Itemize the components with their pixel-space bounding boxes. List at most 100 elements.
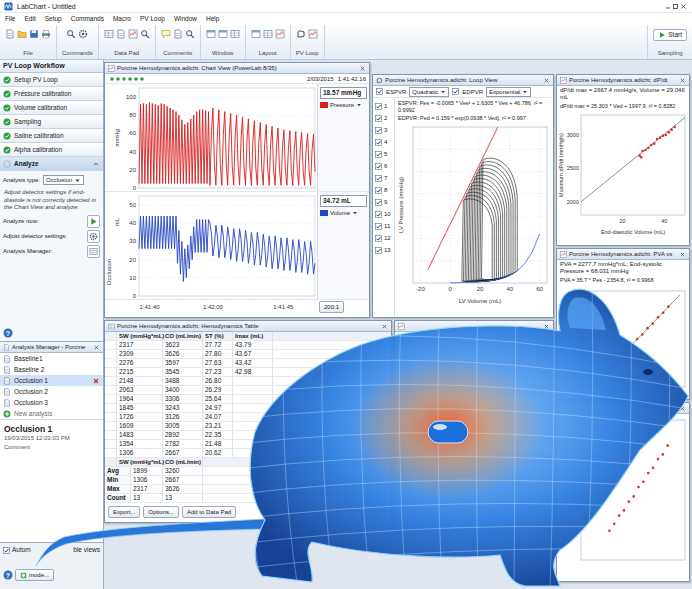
close-icon[interactable]: [543, 77, 550, 84]
loop-list-item[interactable]: 6: [373, 160, 394, 172]
loop-list-item[interactable]: 12: [373, 232, 394, 244]
chart-icon[interactable]: [128, 29, 138, 39]
espvr-fit-select[interactable]: Quadratic: [409, 87, 449, 97]
loop-list-item[interactable]: 3: [373, 124, 394, 136]
menu-item[interactable]: Setup: [45, 15, 62, 23]
loop-checkbox[interactable]: [375, 139, 382, 146]
analysis-comment[interactable]: Comment: [4, 444, 99, 452]
folder-icon[interactable]: [17, 29, 27, 39]
loop-checkbox[interactable]: [375, 247, 382, 254]
loop-icon[interactable]: [296, 29, 306, 39]
analysis-item[interactable]: Baseline 2: [0, 364, 103, 375]
channel-name-row[interactable]: Pressure: [320, 101, 367, 109]
menu-item[interactable]: Macro: [113, 15, 131, 23]
search-icon[interactable]: [66, 29, 76, 39]
loop-checkbox[interactable]: [375, 103, 382, 110]
loop-checkbox[interactable]: [375, 211, 382, 218]
menu-item[interactable]: Help: [206, 15, 219, 23]
loop-checkbox[interactable]: [375, 175, 382, 182]
workflow-step[interactable]: Saline calibration: [0, 129, 103, 143]
table-icon[interactable]: [104, 29, 114, 39]
close-icon[interactable]: [679, 77, 686, 84]
workflow-step[interactable]: Pressure calibration: [0, 87, 103, 101]
zoom-value[interactable]: 200:1: [319, 301, 344, 313]
gear-icon[interactable]: [78, 29, 88, 39]
loop-checkbox[interactable]: [375, 151, 382, 158]
loop-checkbox[interactable]: [375, 163, 382, 170]
doc-icon[interactable]: [5, 29, 15, 39]
close-icon[interactable]: [543, 323, 550, 330]
chevron-icon[interactable]: [92, 160, 100, 168]
menu-item[interactable]: PV Loop: [140, 15, 165, 23]
doc-icon[interactable]: [173, 29, 183, 39]
loop-checkbox[interactable]: [375, 223, 382, 230]
edpvr-checkbox[interactable]: [452, 88, 459, 95]
comment-icon[interactable]: [161, 29, 171, 39]
search-icon[interactable]: [185, 29, 195, 39]
close-icon[interactable]: [93, 344, 100, 351]
action-button[interactable]: [87, 230, 100, 243]
loop-checkbox[interactable]: [375, 235, 382, 242]
workflow-step[interactable]: Analyze: [0, 157, 103, 171]
window-icon[interactable]: [206, 29, 216, 39]
search-icon[interactable]: [140, 29, 150, 39]
workflow-step[interactable]: Volume calibration: [0, 101, 103, 115]
menu-item[interactable]: File: [5, 15, 15, 23]
chart-icon[interactable]: [275, 29, 285, 39]
print-icon[interactable]: [41, 29, 51, 39]
espvr-checkbox[interactable]: [376, 88, 383, 95]
mode-button[interactable]: mode...: [15, 569, 54, 581]
channel-name-row[interactable]: Volume: [320, 209, 367, 217]
analysis-type-select[interactable]: Occlusion: [43, 175, 84, 185]
help-icon[interactable]: ?: [3, 328, 13, 338]
help-icon[interactable]: ?: [3, 570, 13, 580]
loop-checkbox[interactable]: [375, 199, 382, 206]
loop-list-item[interactable]: 11: [373, 220, 394, 232]
menu-item[interactable]: Commands: [71, 15, 104, 23]
table-column-header[interactable]: CO (mL/min): [163, 332, 203, 340]
loop-list-item[interactable]: 4: [373, 136, 394, 148]
menu-item[interactable]: Window: [174, 15, 197, 23]
close-icon[interactable]: [381, 323, 388, 330]
start-button[interactable]: Start: [653, 29, 687, 41]
analysis-item[interactable]: Occlusion 3: [0, 397, 103, 408]
loop-list-item[interactable]: 13: [373, 244, 394, 256]
loop-list-item[interactable]: 9: [373, 196, 394, 208]
save-icon[interactable]: [29, 29, 39, 39]
workflow-step[interactable]: Alpha calibration: [0, 143, 103, 157]
analysis-item[interactable]: New analysis: [0, 408, 103, 419]
table-icon[interactable]: [263, 29, 273, 39]
table-column-header[interactable]: SW (mmHg*mL): [117, 332, 163, 340]
close-icon[interactable]: [679, 405, 686, 412]
window-icon[interactable]: [218, 29, 228, 39]
loop-list-item[interactable]: 7: [373, 172, 394, 184]
auto-update-checkbox[interactable]: [3, 547, 10, 554]
chart-icon[interactable]: [308, 29, 318, 39]
loop-list-item[interactable]: 2: [373, 112, 394, 124]
table-column-header[interactable]: Imax (mL): [233, 332, 273, 340]
table-button[interactable]: Add to Data Pad: [182, 506, 236, 518]
analysis-item[interactable]: Occlusion 2: [0, 386, 103, 397]
close-icon[interactable]: [359, 65, 366, 72]
loop-checkbox[interactable]: [375, 115, 382, 122]
edpvr-fit-select[interactable]: Exponential: [486, 87, 531, 97]
loop-list-item[interactable]: 5: [373, 148, 394, 160]
table-column-header[interactable]: ST (%): [203, 332, 233, 340]
action-button[interactable]: [87, 245, 100, 258]
window-controls-icon[interactable]: [664, 3, 688, 10]
close-icon[interactable]: [679, 251, 686, 258]
loop-checkbox[interactable]: [375, 187, 382, 194]
delete-icon[interactable]: [92, 377, 100, 385]
table-button[interactable]: Options...: [143, 506, 179, 518]
workflow-step[interactable]: Sampling: [0, 115, 103, 129]
action-button[interactable]: [87, 215, 100, 228]
table-icon[interactable]: [230, 29, 240, 39]
analysis-item[interactable]: Baseline1: [0, 353, 103, 364]
analysis-item[interactable]: Occlusion 1: [0, 375, 103, 386]
loop-list-item[interactable]: 1: [373, 100, 394, 112]
workflow-step[interactable]: Setup PV Loop: [0, 73, 103, 87]
loop-list-item[interactable]: 8: [373, 184, 394, 196]
table-button[interactable]: Export...: [108, 506, 140, 518]
menu-item[interactable]: Edit: [24, 15, 35, 23]
doc-icon[interactable]: [116, 29, 126, 39]
